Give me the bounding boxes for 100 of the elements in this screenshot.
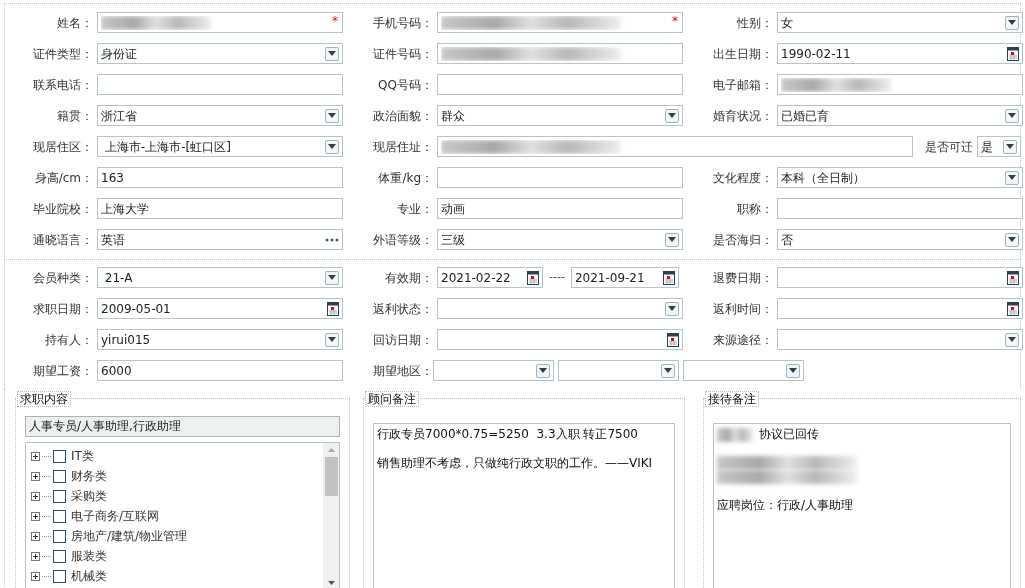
input-field[interactable]: * [437,12,683,33]
field-label: 返利时间： [713,300,773,318]
input-field[interactable]: 动画 [437,198,683,219]
dropdown-field[interactable] [683,360,804,381]
field-label: 回访日期： [373,331,433,349]
input-field[interactable] [437,43,683,64]
note-text: 协议已回传 [759,427,819,442]
category-label[interactable]: 财务类 [71,467,107,485]
dropdown-field[interactable]: 否 [777,229,1023,250]
checkbox[interactable] [53,569,66,583]
scroll-down-icon[interactable] [327,581,335,585]
field-label: 姓名： [57,14,93,32]
more-icon[interactable] [325,237,339,242]
field-label: 持有人： [45,331,93,349]
calendar-icon[interactable] [1007,301,1019,316]
section-title: 接待备注 [705,391,759,407]
date-field[interactable]: 2021-02-22 [437,267,543,288]
checkbox[interactable] [53,469,66,483]
expand-icon[interactable] [31,571,40,581]
dropdown-field[interactable]: 已婚已育 [777,105,1023,126]
dropdown-field[interactable]: 身份证 [97,43,343,64]
input-field[interactable]: * [97,12,343,33]
dropdown-field[interactable]: 女 [777,12,1023,33]
dropdown-field[interactable] [433,360,554,381]
input-field[interactable] [777,74,1023,95]
expand-icon[interactable] [31,531,40,541]
checkbox[interactable] [53,489,66,503]
field-label: 手机号码： [373,14,433,32]
dropdown-field[interactable]: 是 [977,136,1021,157]
calendar-icon[interactable] [662,270,675,285]
field-label: 求职日期： [33,300,93,318]
input-field[interactable] [437,74,683,95]
dropdown-field[interactable] [558,360,679,381]
date-field[interactable]: 2009-05-01 [97,298,343,319]
field-label: 现居住址： [373,138,433,156]
category-label[interactable]: 采购类 [71,487,107,505]
date-field[interactable] [777,267,1023,288]
section-title: 顾问备注 [365,391,419,407]
scrollbar[interactable] [323,443,339,588]
category-label[interactable]: IT类 [71,447,94,465]
category-label[interactable]: 房地产/建筑/物业管理 [71,527,188,545]
input-field[interactable]: 英语 [97,229,343,250]
dropdown-field[interactable]: yirui015 [97,329,343,350]
field-label: 政治面貌： [373,107,433,125]
calendar-icon[interactable] [667,332,679,347]
input-field[interactable]: 163 [97,167,343,188]
redacted-blur [717,427,753,442]
category-label[interactable]: 电子商务/互联网 [71,507,160,525]
dropdown-field[interactable]: 21-A [97,267,343,288]
scrollbar-thumb[interactable] [324,457,338,496]
category-label[interactable]: 服装类 [71,547,107,565]
expand-icon[interactable] [31,551,40,561]
dropdown-field[interactable]: 本科（全日制） [777,167,1023,188]
calendar-icon[interactable] [327,301,339,316]
input-field[interactable] [437,136,913,157]
date-field[interactable] [777,298,1023,319]
dropdown-field[interactable] [777,329,1023,350]
input-field[interactable] [437,167,683,188]
checkbox[interactable] [53,509,66,523]
checkbox[interactable] [53,549,66,563]
calendar-icon[interactable] [1007,46,1019,61]
field-label: 证件号码： [373,45,433,63]
category-label[interactable]: 机械类 [71,567,107,585]
field-label: 来源途径： [713,331,773,349]
input-field[interactable]: 6000 [97,360,343,381]
dropdown-field[interactable]: 三级 [437,229,683,250]
range-separator: ---- [549,269,565,286]
field-label: 毕业院校： [33,200,93,218]
field-label: 文化程度： [713,169,773,187]
field-label: 现居住区： [33,138,93,156]
notes-textarea[interactable]: 协议已回传 应聘岗位：行政/人事助理 [713,423,1011,588]
input-field[interactable] [777,198,1023,219]
note-text: 销售助理不考虑，只做纯行政文职的工作。——VIKI [377,456,653,471]
field-label: 是否可迁 [925,138,973,156]
expand-icon[interactable] [31,451,40,461]
date-field[interactable]: 2021-09-21 [570,267,679,288]
input-field[interactable]: 上海大学 [97,198,343,219]
dropdown-field[interactable]: 群众 [437,105,683,126]
field-label: 退费日期： [713,269,773,287]
input-field[interactable] [97,74,343,95]
dropdown-field[interactable]: 浙江省 [97,105,343,126]
checkbox[interactable] [53,529,66,543]
date-field[interactable] [437,329,683,350]
dropdown-field[interactable]: 上海市-上海市-[虹口区] [97,136,343,157]
calendar-icon[interactable] [1007,270,1019,285]
expand-icon[interactable] [31,511,40,521]
field-label: 联系电话： [33,76,93,94]
note-text: 行政专员7000*0.75=5250 3.3入职 转正7500 [377,427,638,442]
expand-icon[interactable] [31,491,40,501]
checkbox[interactable] [53,449,66,463]
field-label: 通晓语言： [33,231,93,249]
expand-icon[interactable] [31,471,40,481]
field-label: 籍贯： [57,107,93,125]
field-label: 有效期： [385,269,433,287]
notes-textarea[interactable]: 行政专员7000*0.75=5250 3.3入职 转正7500 销售助理不考虑，只做纯行政文职的工作。——VIKI [373,423,675,588]
note-text: 应聘岗位：行政/人事助理 [717,498,854,513]
field-label: 性别： [737,14,773,32]
calendar-icon[interactable] [527,270,539,285]
date-field[interactable]: 1990-02-11 [777,43,1023,64]
dropdown-field[interactable] [437,298,683,319]
